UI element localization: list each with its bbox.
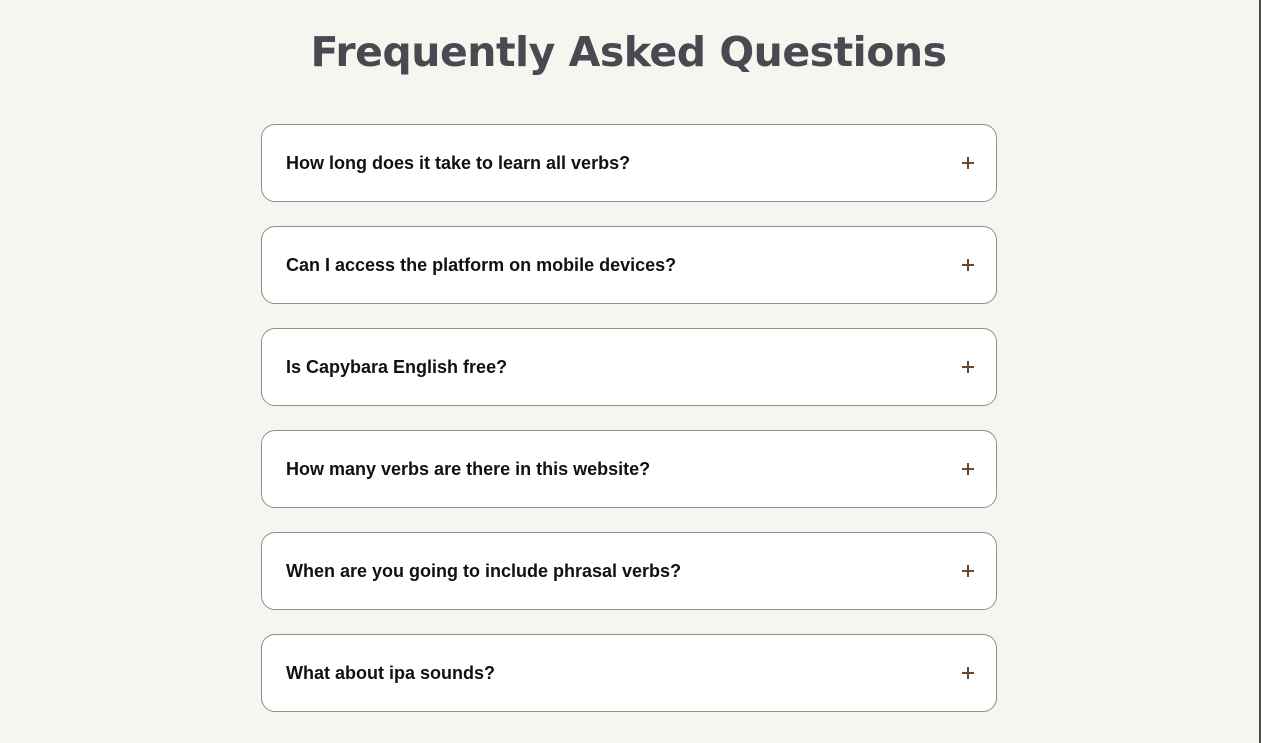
faq-item[interactable]: How many verbs are there in this website… [261,430,997,508]
plus-icon[interactable] [962,157,974,169]
plus-icon[interactable] [962,259,974,271]
faq-question: What about ipa sounds? [286,662,495,683]
faq-item[interactable]: Can I access the platform on mobile devi… [261,226,997,304]
faq-question: When are you going to include phrasal ve… [286,560,682,581]
faq-question: Is Capybara English free? [286,356,508,377]
faq-question: How many verbs are there in this website… [286,458,651,479]
plus-icon[interactable] [962,667,974,679]
faq-question: How long does it take to learn all verbs… [286,152,631,173]
faq-item[interactable]: How long does it take to learn all verbs… [261,124,997,202]
plus-icon[interactable] [962,463,974,475]
plus-icon[interactable] [962,361,974,373]
faq-item[interactable]: What about ipa sounds? [261,634,997,712]
plus-icon[interactable] [962,565,974,577]
faq-question: Can I access the platform on mobile devi… [286,254,677,275]
faq-list: How long does it take to learn all verbs… [261,124,997,736]
faq-item[interactable]: Is Capybara English free? [261,328,997,406]
faq-item[interactable]: When are you going to include phrasal ve… [261,532,997,610]
page-title: Frequently Asked Questions [310,28,948,76]
